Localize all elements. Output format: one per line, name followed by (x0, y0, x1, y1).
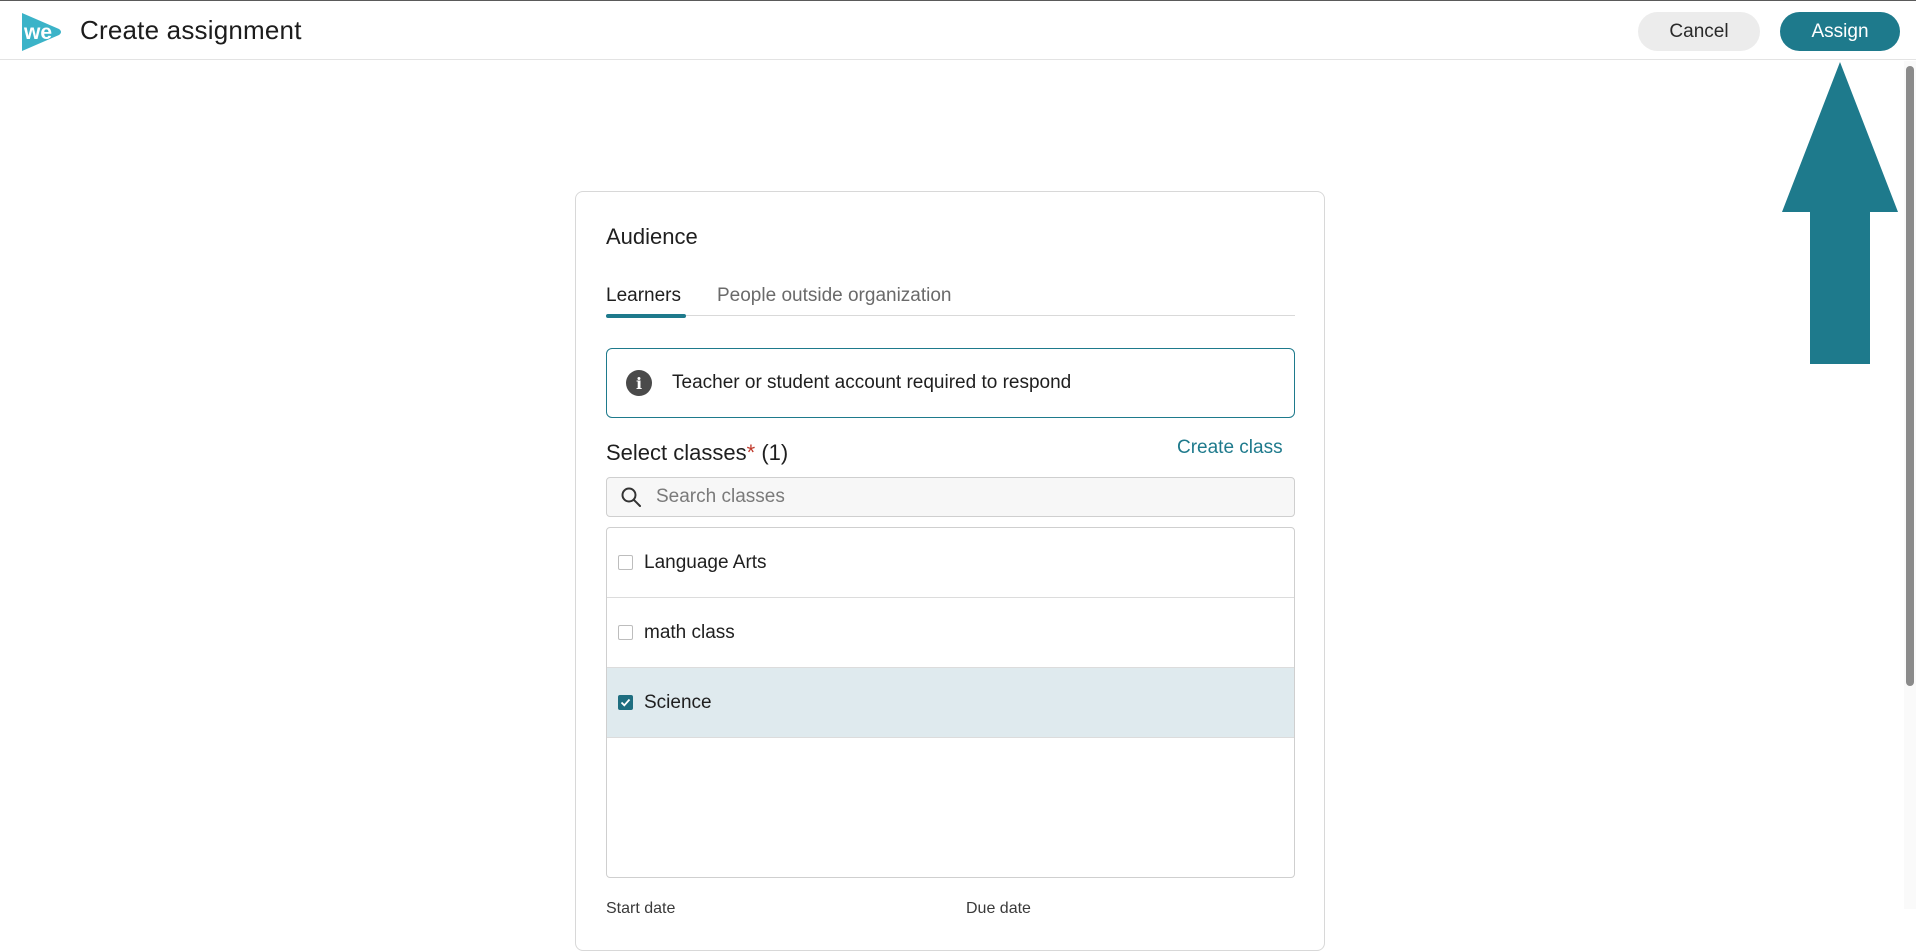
select-classes-text: Select classes (606, 440, 747, 465)
info-banner: i Teacher or student account required to… (606, 348, 1295, 418)
checkmark-icon (620, 698, 631, 707)
info-icon: i (626, 370, 652, 396)
class-label: Science (644, 691, 712, 713)
class-item-language-arts[interactable]: Language Arts (607, 528, 1294, 598)
page-title: Create assignment (80, 15, 302, 45)
tab-learners[interactable]: Learners (606, 285, 686, 318)
audience-title: Audience (606, 224, 698, 249)
search-box[interactable] (606, 477, 1295, 517)
class-list[interactable]: Language Arts math class Science (606, 527, 1295, 878)
we-logo-icon: we (22, 13, 61, 51)
class-item-math-class[interactable]: math class (607, 598, 1294, 668)
search-icon (621, 487, 641, 507)
class-checkbox[interactable] (618, 625, 633, 640)
cancel-button[interactable]: Cancel (1638, 12, 1760, 51)
assign-button[interactable]: Assign (1780, 12, 1900, 51)
search-classes-input[interactable] (654, 485, 1274, 509)
class-item-science[interactable]: Science (607, 668, 1294, 738)
audience-card: Audience Learners People outside organiz… (575, 191, 1325, 951)
arrow-up-icon (1782, 62, 1898, 364)
start-date-label: Start date (606, 900, 676, 917)
audience-tabs: Learners People outside organization (606, 285, 1295, 318)
due-date-label: Due date (966, 900, 1031, 917)
select-classes-label: Select classes* (1) (606, 440, 788, 466)
logo-text: we (23, 21, 52, 44)
required-mark: * (746, 440, 756, 465)
class-label: math class (644, 621, 735, 643)
app-header: we Create assignment Cancel Assign (0, 1, 1916, 60)
info-text: Teacher or student account required to r… (672, 372, 1072, 393)
tab-people-outside-organization[interactable]: People outside organization (717, 285, 952, 316)
scrollbar-thumb[interactable] (1906, 66, 1914, 686)
selected-count: (1) (761, 440, 789, 465)
class-checkbox-checked[interactable] (618, 695, 633, 710)
class-label: Language Arts (644, 551, 767, 573)
create-class-link[interactable]: Create class (1177, 437, 1283, 459)
class-checkbox[interactable] (618, 555, 633, 570)
